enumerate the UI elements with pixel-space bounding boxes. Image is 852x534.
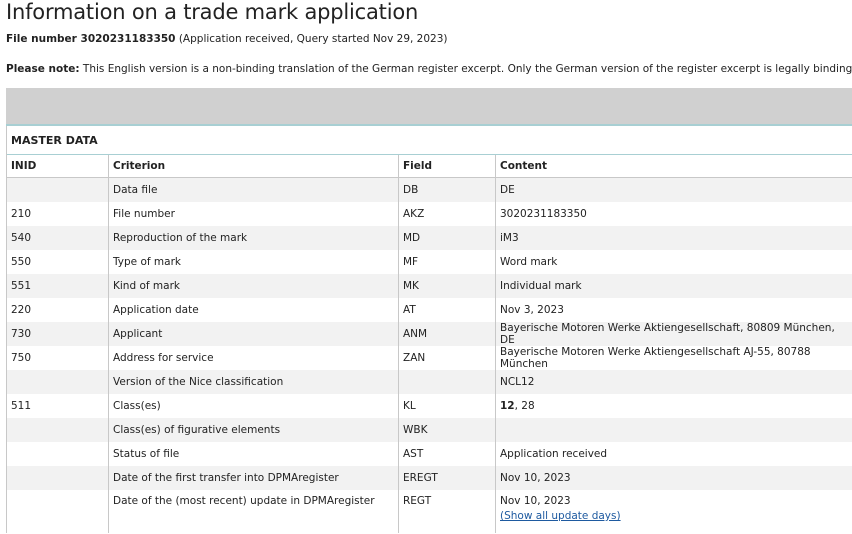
cell-criterion: Kind of mark <box>108 274 399 298</box>
table-row: Class(es) of figurative elements WBK <box>7 418 852 442</box>
cell-content: Bayerische Motoren Werke Aktiengesellsch… <box>495 322 852 346</box>
cell-content: Nov 3, 2023 <box>495 298 852 322</box>
table-row: Date of the first transfer into DPMAregi… <box>7 466 852 490</box>
cell-content: Nov 10, 2023 <box>495 466 852 490</box>
cell-content: Application received <box>495 442 852 466</box>
cell-inid <box>7 418 109 442</box>
table-row: 730 Applicant ANM Bayerische Motoren Wer… <box>7 322 852 346</box>
file-number-line: File number 3020231183350 (Application r… <box>6 33 448 45</box>
cell-field: DB <box>398 177 496 202</box>
cell-field: REGT <box>398 490 496 533</box>
cell-inid: 551 <box>7 274 109 298</box>
cell-inid: 511 <box>7 394 109 418</box>
cell-criterion: Status of file <box>108 442 399 466</box>
class-primary: 12 <box>500 400 515 412</box>
show-all-update-days-link[interactable]: (Show all update days) <box>500 510 849 522</box>
file-number-label: File number 3020231183350 <box>6 33 176 45</box>
table-row: 511 Class(es) KL 12, 28 <box>7 394 852 418</box>
cell-inid: 550 <box>7 250 109 274</box>
page-title: Information on a trade mark application <box>6 0 419 24</box>
cell-field: MK <box>398 274 496 298</box>
cell-criterion: Date of the first transfer into DPMAregi… <box>108 466 399 490</box>
cell-field: WBK <box>398 418 496 442</box>
note-line: Please note: This English version is a n… <box>6 63 852 75</box>
cell-inid <box>7 177 109 202</box>
cell-content: Word mark <box>495 250 852 274</box>
cell-field: AST <box>398 442 496 466</box>
cell-criterion: Date of the (most recent) update in DPMA… <box>108 490 399 533</box>
cell-content: Nov 10, 2023 (Show all update days) <box>495 490 852 533</box>
header-inid: INID <box>7 155 109 178</box>
cell-inid: 730 <box>7 322 109 346</box>
table-row: Data file DB DE <box>7 177 852 202</box>
cell-field: MF <box>398 250 496 274</box>
header-content: Content <box>495 155 852 178</box>
cell-inid <box>7 442 109 466</box>
section-title: MASTER DATA <box>11 134 98 147</box>
cell-criterion: Class(es) of figurative elements <box>108 418 399 442</box>
cell-criterion: Type of mark <box>108 250 399 274</box>
table-row: 550 Type of mark MF Word mark <box>7 250 852 274</box>
cell-content: DE <box>495 177 852 202</box>
cell-content: Individual mark <box>495 274 852 298</box>
cell-content: 3020231183350 <box>495 202 852 226</box>
table-row: 210 File number AKZ 3020231183350 <box>7 202 852 226</box>
cell-criterion: Data file <box>108 177 399 202</box>
table-row: Status of file AST Application received <box>7 442 852 466</box>
note-text: This English version is a non-binding tr… <box>79 63 852 75</box>
cell-content: iM3 <box>495 226 852 250</box>
cell-inid: 220 <box>7 298 109 322</box>
cell-field: AKZ <box>398 202 496 226</box>
cell-inid <box>7 370 109 394</box>
cell-inid: 750 <box>7 346 109 370</box>
master-data-panel: MASTER DATA INID Criterion Field Content… <box>6 126 852 533</box>
cell-criterion: Class(es) <box>108 394 399 418</box>
file-number-detail: (Application received, Query started Nov… <box>175 33 448 45</box>
cell-field: ZAN <box>398 346 496 370</box>
cell-field: EREGT <box>398 466 496 490</box>
cell-criterion: Version of the Nice classification <box>108 370 399 394</box>
table-row: 220 Application date AT Nov 3, 2023 <box>7 298 852 322</box>
update-date: Nov 10, 2023 <box>500 495 571 507</box>
cell-field <box>398 370 496 394</box>
table-row: Date of the (most recent) update in DPMA… <box>7 490 852 533</box>
header-field: Field <box>398 155 496 178</box>
note-label: Please note: <box>6 63 80 75</box>
master-data-table: INID Criterion Field Content Data file D… <box>7 155 852 533</box>
cell-criterion: File number <box>108 202 399 226</box>
cell-inid: 540 <box>7 226 109 250</box>
cell-inid <box>7 466 109 490</box>
class-rest: , 28 <box>514 400 535 412</box>
table-row: 750 Address for service ZAN Bayerische M… <box>7 346 852 370</box>
cell-content: 12, 28 <box>495 394 852 418</box>
table-row: 551 Kind of mark MK Individual mark <box>7 274 852 298</box>
cell-field: ANM <box>398 322 496 346</box>
cell-criterion: Applicant <box>108 322 399 346</box>
table-row: Version of the Nice classification NCL12 <box>7 370 852 394</box>
cell-criterion: Application date <box>108 298 399 322</box>
cell-content: Bayerische Motoren Werke Aktiengesellsch… <box>495 346 852 370</box>
header-criterion: Criterion <box>108 155 399 178</box>
cell-inid: 210 <box>7 202 109 226</box>
gray-band <box>6 88 852 124</box>
cell-field: MD <box>398 226 496 250</box>
cell-field: KL <box>398 394 496 418</box>
cell-content <box>495 418 852 442</box>
table-row: 540 Reproduction of the mark MD iM3 <box>7 226 852 250</box>
cell-field: AT <box>398 298 496 322</box>
table-header-row: INID Criterion Field Content <box>7 155 852 178</box>
cell-content: NCL12 <box>495 370 852 394</box>
cell-criterion: Reproduction of the mark <box>108 226 399 250</box>
cell-criterion: Address for service <box>108 346 399 370</box>
cell-inid <box>7 490 109 533</box>
